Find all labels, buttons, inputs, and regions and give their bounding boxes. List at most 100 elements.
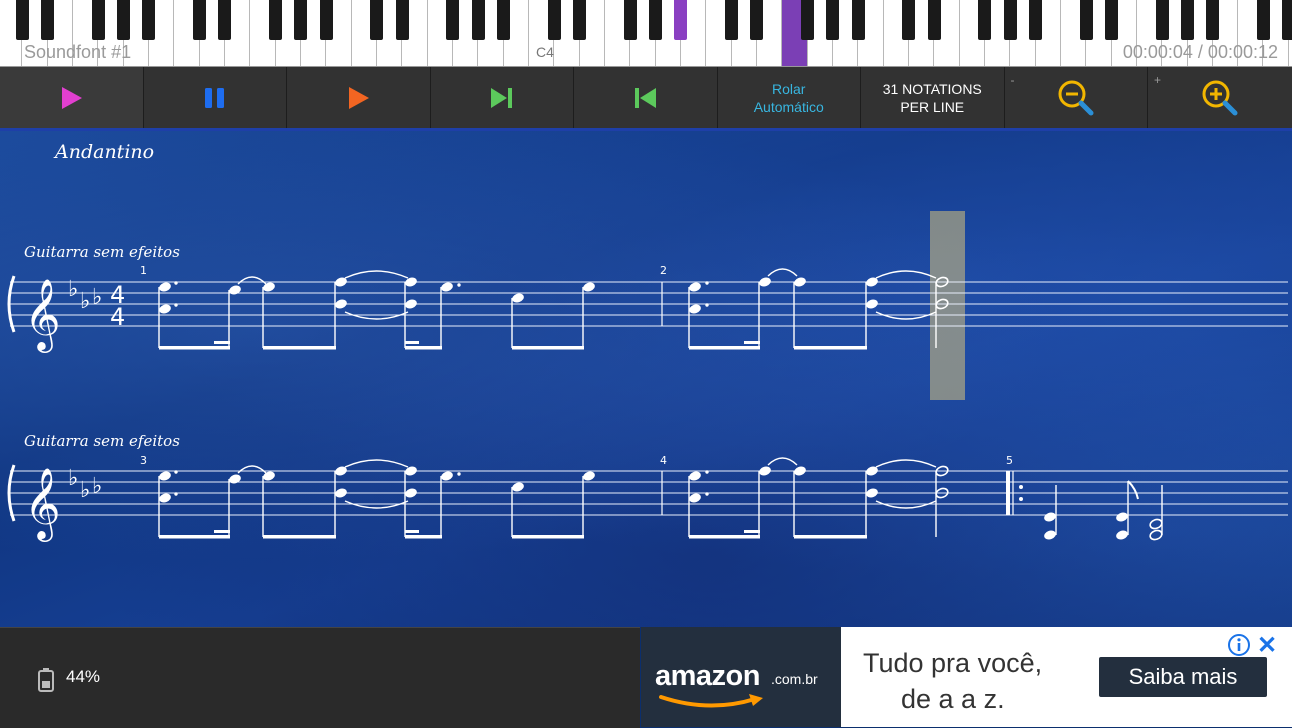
dot — [174, 281, 178, 285]
zoom-out-button[interactable]: - — [1004, 67, 1148, 128]
piano-black-key[interactable] — [750, 0, 764, 40]
piano-black-key[interactable] — [927, 0, 941, 40]
piano-black-key[interactable] — [826, 0, 840, 40]
note-head — [794, 277, 806, 287]
note-head — [335, 299, 347, 309]
note-head — [689, 304, 701, 314]
piano-black-key[interactable] — [573, 0, 587, 40]
instrument-label-2: Guitarra sem efeitos — [24, 432, 180, 450]
piano-black-key[interactable] — [1282, 0, 1292, 40]
piano-black-key[interactable] — [674, 0, 688, 40]
piano-black-key[interactable] — [319, 0, 333, 40]
battery-icon — [38, 668, 54, 692]
piano-black-key[interactable] — [269, 0, 283, 40]
skip-forward-button[interactable] — [430, 67, 574, 128]
piano-black-key[interactable] — [1003, 0, 1017, 40]
piano-black-key[interactable] — [978, 0, 992, 40]
note-head — [1149, 518, 1163, 530]
piano-black-key[interactable] — [218, 0, 232, 40]
c4-marker: C4 — [536, 44, 554, 60]
piano-black-key[interactable] — [370, 0, 384, 40]
tempo-marking: Andantino — [55, 141, 155, 163]
tie — [344, 270, 409, 279]
ad-info-icon[interactable] — [1227, 633, 1251, 657]
piano-black-key[interactable] — [902, 0, 916, 40]
piano-black-key[interactable] — [1257, 0, 1270, 40]
key-flat-icon: ♭ — [92, 474, 102, 499]
zoom-out-icon — [1058, 80, 1094, 115]
skip-back-icon — [635, 87, 657, 108]
tie — [237, 276, 267, 285]
notations-per-line-button[interactable]: 31 NOTATIONS PER LINE — [861, 67, 1005, 128]
tie — [344, 500, 409, 509]
advertisement-banner[interactable]: amazon .com.br Tudo pra você, de a a z. … — [641, 627, 1292, 727]
zoom-in-icon — [1202, 80, 1238, 115]
note-head — [441, 282, 453, 292]
piano-keyboard[interactable] — [0, 0, 1292, 67]
note-head — [335, 488, 347, 498]
dot — [174, 492, 178, 496]
skip-back-button[interactable] — [574, 67, 718, 128]
sheet-music-area[interactable]: 𝄞 ♭ ♭ ♭ 𝄞 ♭ ♭ ♭ 4 4 1 2 3 4 5 Andantino Guitarra sem e… — [0, 131, 1292, 627]
piano-black-key[interactable] — [15, 0, 29, 40]
time-signature-bottom: 4 — [110, 303, 125, 331]
autoscroll-toggle[interactable]: Rolar Automático — [717, 67, 861, 128]
note-head — [759, 277, 771, 287]
skip-forward-icon — [490, 87, 512, 108]
ad-cta-button[interactable]: Saiba mais — [1099, 657, 1267, 697]
note-head — [583, 282, 595, 292]
dot — [705, 303, 709, 307]
note-head — [689, 282, 701, 292]
piano-black-key[interactable] — [801, 0, 815, 40]
piano-black-key[interactable] — [497, 0, 511, 40]
piano-black-key[interactable] — [725, 0, 739, 40]
ad-logo[interactable]: amazon .com.br — [641, 627, 841, 727]
piano-black-key[interactable] — [547, 0, 561, 40]
tie — [875, 270, 937, 279]
toolbar: Rolar Automático 31 NOTATIONS PER LINE -… — [0, 67, 1292, 132]
key-flat-icon: ♭ — [92, 285, 102, 310]
piano-black-key[interactable] — [117, 0, 131, 40]
play-button[interactable] — [0, 67, 144, 132]
note-head — [159, 282, 171, 292]
play-from-start-button[interactable] — [287, 67, 431, 128]
piano-black-key[interactable] — [1029, 0, 1043, 40]
dot — [705, 492, 709, 496]
note-head — [759, 466, 771, 476]
key-flat-icon: ♭ — [68, 466, 78, 491]
piano-black-key[interactable] — [1079, 0, 1093, 40]
tie — [767, 268, 798, 277]
piano-black-key[interactable] — [471, 0, 485, 40]
piano-black-key[interactable] — [649, 0, 663, 40]
note-head — [512, 482, 524, 492]
note-head — [1149, 529, 1163, 541]
piano-black-key[interactable] — [91, 0, 105, 40]
piano-black-key[interactable] — [446, 0, 460, 40]
piano-black-key[interactable] — [1105, 0, 1119, 40]
note-beam — [159, 535, 230, 539]
instrument-label-1: Guitarra sem efeitos — [24, 243, 180, 261]
ad-close-icon[interactable]: ✕ — [1257, 631, 1277, 660]
note-head — [405, 299, 417, 309]
note-beam — [405, 341, 419, 344]
note-beam — [405, 346, 442, 350]
piano-black-key[interactable] — [41, 0, 55, 40]
note-head — [866, 488, 878, 498]
piano-black-key[interactable] — [1181, 0, 1194, 40]
dot — [174, 470, 178, 474]
dot — [174, 303, 178, 307]
zoom-in-button[interactable]: + — [1148, 67, 1292, 128]
piano-black-key[interactable] — [193, 0, 207, 40]
note-head — [1044, 512, 1056, 522]
piano-black-key[interactable] — [1206, 0, 1220, 40]
pause-button[interactable] — [143, 67, 287, 128]
piano-black-key[interactable] — [142, 0, 156, 40]
piano-black-key[interactable] — [294, 0, 308, 40]
note-beam — [405, 535, 442, 539]
note-head — [512, 293, 524, 303]
note-head — [159, 304, 171, 314]
piano-black-key[interactable] — [1155, 0, 1169, 40]
piano-black-key[interactable] — [623, 0, 637, 40]
piano-black-key[interactable] — [395, 0, 409, 40]
piano-black-key[interactable] — [851, 0, 865, 40]
